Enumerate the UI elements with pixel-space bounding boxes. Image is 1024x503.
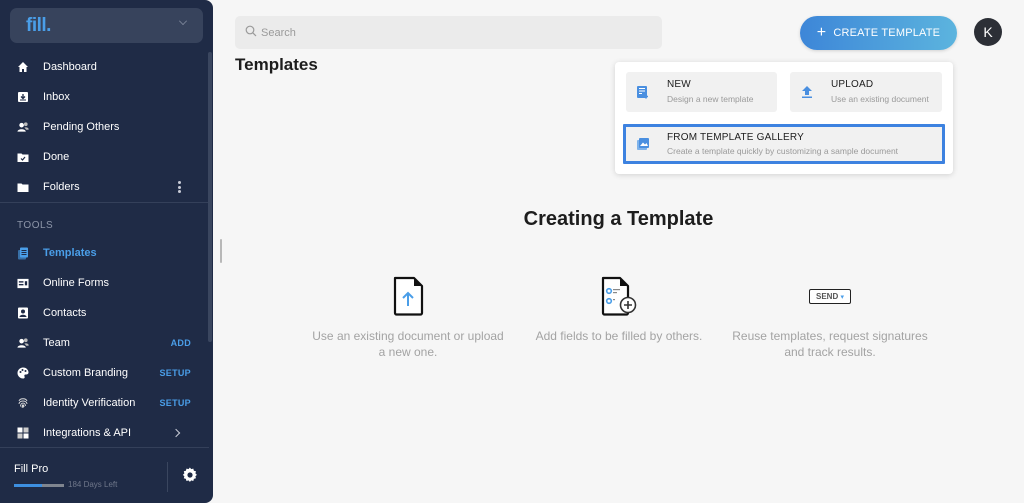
footer-separator	[167, 462, 168, 492]
menu-option-title: FROM TEMPLATE GALLERY	[667, 132, 805, 143]
sidebar-item-integrations[interactable]: Integrations & API	[0, 418, 205, 448]
more-options-icon[interactable]	[178, 181, 181, 193]
sidebar-item-label: Folders	[43, 181, 80, 193]
sidebar-item-label: Identity Verification	[43, 397, 136, 409]
menu-option-desc: Use an existing document	[831, 94, 929, 104]
sidebar-item-label: Integrations & API	[43, 427, 132, 439]
menu-option-template-gallery[interactable]: FROM TEMPLATE GALLERY Create a template …	[623, 124, 945, 164]
sidebar-item-pending-others[interactable]: Pending Others	[0, 112, 205, 142]
app-root: fill. Dashboard Inbox Pending Others Don…	[0, 0, 1024, 503]
sidebar-item-custom-branding[interactable]: Custom Branding SETUP	[0, 358, 205, 388]
panel-resize-handle[interactable]	[220, 239, 222, 263]
caret-down-icon: ▾	[840, 293, 844, 301]
form-icon	[17, 277, 29, 289]
sidebar-item-team[interactable]: Team ADD	[0, 328, 205, 358]
add-fields-icon	[519, 274, 719, 318]
sidebar-item-label: Pending Others	[43, 121, 120, 133]
palette-icon	[17, 367, 29, 379]
sidebar-item-label: Inbox	[43, 91, 70, 103]
inbox-icon	[17, 91, 29, 103]
sidebar-item-label: Done	[43, 151, 70, 163]
menu-option-upload[interactable]: UPLOAD Use an existing document	[790, 72, 942, 112]
create-template-button[interactable]: + CREATE TEMPLATE	[800, 16, 957, 50]
step-reuse: SEND ▾ Reuse templates, request signatur…	[730, 274, 930, 360]
sidebar-item-inbox[interactable]: Inbox	[0, 82, 205, 112]
empty-state-title: Creating a Template	[523, 208, 714, 230]
templates-icon	[17, 247, 29, 259]
sidebar-item-label: Contacts	[43, 307, 87, 319]
page-title: Templates	[235, 55, 318, 74]
menu-option-title: NEW	[667, 79, 691, 90]
chevron-down-icon	[179, 17, 187, 25]
sidebar-item-label: Custom Branding	[43, 367, 128, 379]
step-add-fields: Add fields to be filled by others.	[519, 274, 719, 344]
sidebar-item-label: Templates	[43, 247, 97, 259]
setup-verification-link[interactable]: SETUP	[159, 398, 191, 408]
brand-logo: fill.	[26, 15, 51, 36]
puzzle-icon	[17, 427, 29, 439]
users-icon	[17, 121, 29, 133]
plan-progress-fill	[14, 484, 42, 487]
folder-check-icon	[17, 151, 29, 163]
home-icon	[17, 61, 29, 73]
step-description: Add fields to be filled by others.	[535, 329, 703, 343]
days-left-label: 184 Days Left	[68, 480, 118, 489]
folder-icon	[17, 181, 29, 193]
sidebar-item-identity-verification[interactable]: Identity Verification SETUP	[0, 388, 205, 418]
document-upload-icon	[308, 274, 508, 318]
search-bar[interactable]	[235, 16, 662, 49]
sidebar: fill. Dashboard Inbox Pending Others Don…	[0, 0, 213, 503]
plan-progress-bar	[14, 484, 64, 487]
send-badge: SEND ▾	[809, 288, 851, 304]
search-input[interactable]	[261, 26, 641, 39]
primary-nav: Dashboard Inbox Pending Others Done Fold…	[0, 52, 205, 202]
menu-option-desc: Design a new template	[667, 94, 754, 104]
plan-name: Fill Pro	[14, 463, 49, 475]
sidebar-item-dashboard[interactable]: Dashboard	[0, 52, 205, 82]
menu-option-new[interactable]: NEW Design a new template	[626, 72, 777, 112]
sidebar-item-folders[interactable]: Folders	[0, 172, 205, 202]
tools-nav: Templates Online Forms Contacts Team ADD…	[0, 238, 205, 448]
team-icon	[17, 337, 29, 349]
create-template-label: CREATE TEMPLATE	[833, 27, 941, 39]
plus-icon: +	[816, 24, 827, 41]
send-badge-label: SEND	[816, 291, 839, 301]
settings-gear-icon[interactable]	[182, 467, 198, 483]
setup-branding-link[interactable]: SETUP	[159, 368, 191, 378]
contact-icon	[17, 307, 29, 319]
new-template-icon	[636, 85, 650, 99]
gallery-icon	[636, 137, 650, 151]
step-description: Reuse templates, request signatures and …	[732, 329, 928, 359]
fingerprint-icon	[17, 397, 29, 409]
workspace-switcher[interactable]: fill.	[10, 8, 203, 43]
step-upload: Use an existing document or upload a new…	[308, 274, 508, 360]
sidebar-footer-divider	[0, 447, 209, 448]
sidebar-divider	[0, 202, 209, 203]
upload-icon	[800, 85, 814, 99]
user-avatar[interactable]: K	[974, 18, 1002, 46]
sidebar-item-online-forms[interactable]: Online Forms	[0, 268, 205, 298]
sidebar-item-label: Team	[43, 337, 70, 349]
create-template-menu: NEW Design a new template UPLOAD Use an …	[615, 62, 953, 174]
sidebar-item-contacts[interactable]: Contacts	[0, 298, 205, 328]
add-team-link[interactable]: ADD	[171, 338, 191, 348]
sidebar-item-label: Online Forms	[43, 277, 110, 289]
sidebar-item-label: Dashboard	[43, 61, 97, 73]
search-icon	[245, 24, 257, 42]
send-button-illustration: SEND ▾	[730, 274, 930, 318]
sidebar-item-templates[interactable]: Templates	[0, 238, 205, 268]
menu-option-desc: Create a template quickly by customizing…	[667, 146, 899, 156]
menu-option-title: UPLOAD	[831, 79, 874, 90]
step-description: Use an existing document or upload a new…	[312, 329, 504, 359]
sidebar-item-done[interactable]: Done	[0, 142, 205, 172]
chevron-right-icon	[171, 428, 181, 438]
sidebar-scrollbar[interactable]	[208, 52, 212, 342]
